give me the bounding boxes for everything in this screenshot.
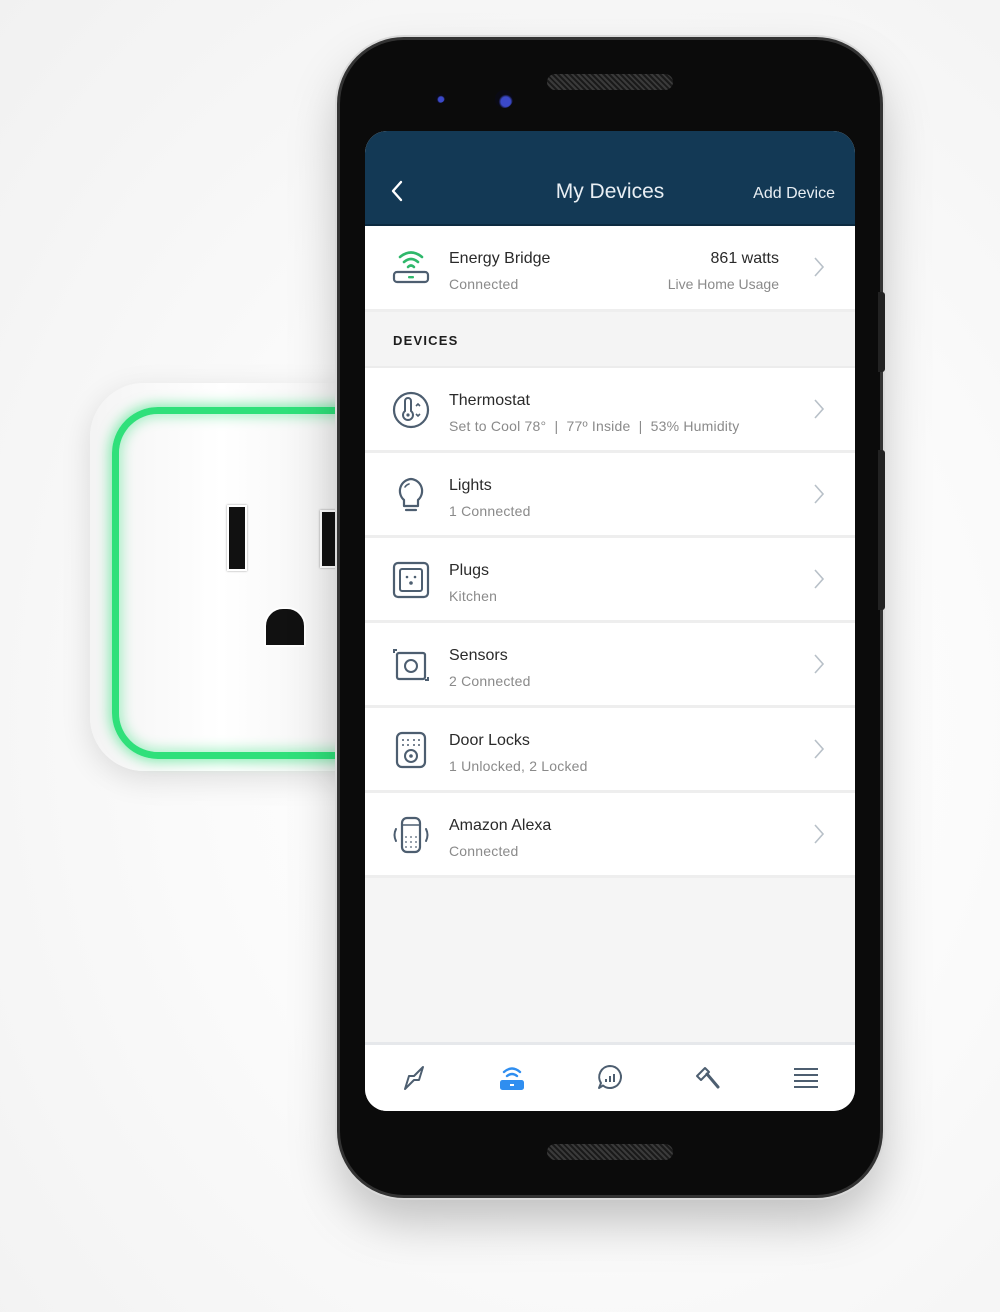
- chevron-right-icon: [814, 569, 825, 589]
- device-row-plugs[interactable]: Plugs Kitchen: [365, 538, 855, 623]
- device-status: 1 Connected: [449, 503, 531, 519]
- plug-slot-left: [227, 505, 247, 571]
- insights-chat-icon: [598, 1065, 622, 1089]
- sensor-icon: [393, 649, 429, 681]
- device-status: Kitchen: [449, 588, 498, 604]
- tab-energy[interactable]: [365, 1045, 463, 1111]
- section-label: DEVICES: [393, 333, 459, 348]
- app-screen: My Devices Add Device Energy Bridge Conn…: [365, 131, 855, 1111]
- plug-slot-right: [320, 510, 340, 568]
- device-name: Thermostat: [449, 392, 530, 409]
- device-status: 1 Unlocked, 2 Locked: [449, 758, 588, 774]
- earpiece-speaker: [547, 74, 673, 90]
- chevron-right-icon: [814, 484, 825, 504]
- chevron-right-icon: [814, 654, 825, 674]
- energy-bridge-name: Energy Bridge: [449, 250, 551, 267]
- bottom-speaker: [547, 1144, 673, 1160]
- chevron-right-icon: [814, 824, 825, 844]
- tools-hammer-icon: [696, 1067, 720, 1089]
- device-status: Set to Cool 78° | 77º Inside | 53% Humid…: [449, 418, 740, 434]
- bottom-tab-bar: [365, 1042, 855, 1111]
- plug-ground-hole: [264, 607, 306, 647]
- energy-bridge-row[interactable]: Energy Bridge Connected 861 watts Live H…: [365, 226, 855, 312]
- energy-icon: [404, 1066, 424, 1090]
- device-row-amazon-alexa[interactable]: Amazon Alexa Connected: [365, 793, 855, 878]
- front-camera: [495, 90, 513, 108]
- devices-icon: [500, 1067, 524, 1090]
- device-name: Amazon Alexa: [449, 817, 552, 834]
- tab-devices[interactable]: [463, 1045, 561, 1111]
- device-row-lights[interactable]: Lights 1 Connected: [365, 453, 855, 538]
- tab-menu[interactable]: [757, 1045, 855, 1111]
- energy-bridge-icon: [392, 251, 430, 284]
- add-device-button[interactable]: Add Device: [753, 185, 835, 203]
- chevron-right-icon: [814, 739, 825, 759]
- device-name: Sensors: [449, 647, 508, 664]
- plug-icon: [392, 561, 430, 599]
- door-lock-icon: [395, 731, 427, 769]
- alexa-icon: [393, 816, 429, 854]
- live-usage-value: 861 watts: [710, 250, 779, 267]
- phone-frame: My Devices Add Device Energy Bridge Conn…: [340, 40, 885, 1195]
- device-status: 2 Connected: [449, 673, 531, 689]
- device-name: Door Locks: [449, 732, 530, 749]
- volume-button: [878, 450, 885, 610]
- thermostat-icon: [392, 391, 430, 429]
- live-usage-label: Live Home Usage: [667, 276, 779, 292]
- energy-bridge-status: Connected: [449, 276, 519, 292]
- app-header: My Devices Add Device: [365, 131, 855, 226]
- device-row-sensors[interactable]: Sensors 2 Connected: [365, 623, 855, 708]
- chevron-right-icon: [814, 399, 825, 419]
- devices-section-header: DEVICES: [365, 312, 855, 368]
- device-name: Lights: [449, 477, 492, 494]
- device-name: Plugs: [449, 562, 490, 579]
- device-row-door-locks[interactable]: Door Locks 1 Unlocked, 2 Locked: [365, 708, 855, 793]
- chevron-right-icon: [814, 257, 825, 277]
- tab-tools[interactable]: [659, 1045, 757, 1111]
- lightbulb-icon: [398, 477, 424, 512]
- device-row-thermostat[interactable]: Thermostat Set to Cool 78° | 77º Inside …: [365, 368, 855, 453]
- tab-insights[interactable]: [561, 1045, 659, 1111]
- power-button: [878, 292, 885, 372]
- menu-icon: [794, 1068, 818, 1088]
- sensor-dot: [435, 93, 445, 103]
- device-status: Connected: [449, 843, 519, 859]
